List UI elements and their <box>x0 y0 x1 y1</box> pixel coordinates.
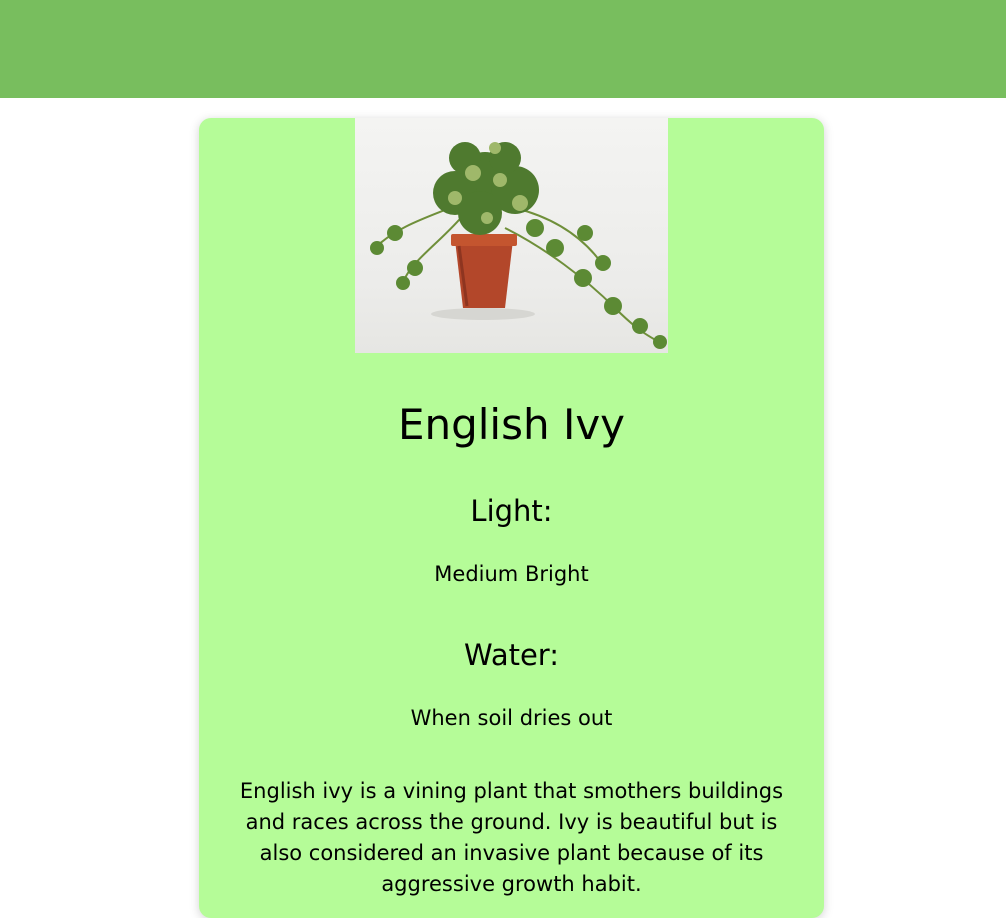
plant-card: English Ivy Light: Medium Bright Water: … <box>199 118 824 918</box>
water-value: When soil dries out <box>410 706 613 730</box>
plant-name: English Ivy <box>397 400 626 449</box>
plant-description: English ivy is a vining plant that smoth… <box>239 779 784 896</box>
water-heading: Water: <box>464 638 559 672</box>
light-heading: Light: <box>470 494 553 528</box>
light-value: Medium Bright <box>434 562 589 586</box>
plant-illustration <box>370 142 667 349</box>
header-bar <box>0 0 1006 98</box>
plant-image <box>355 118 668 353</box>
